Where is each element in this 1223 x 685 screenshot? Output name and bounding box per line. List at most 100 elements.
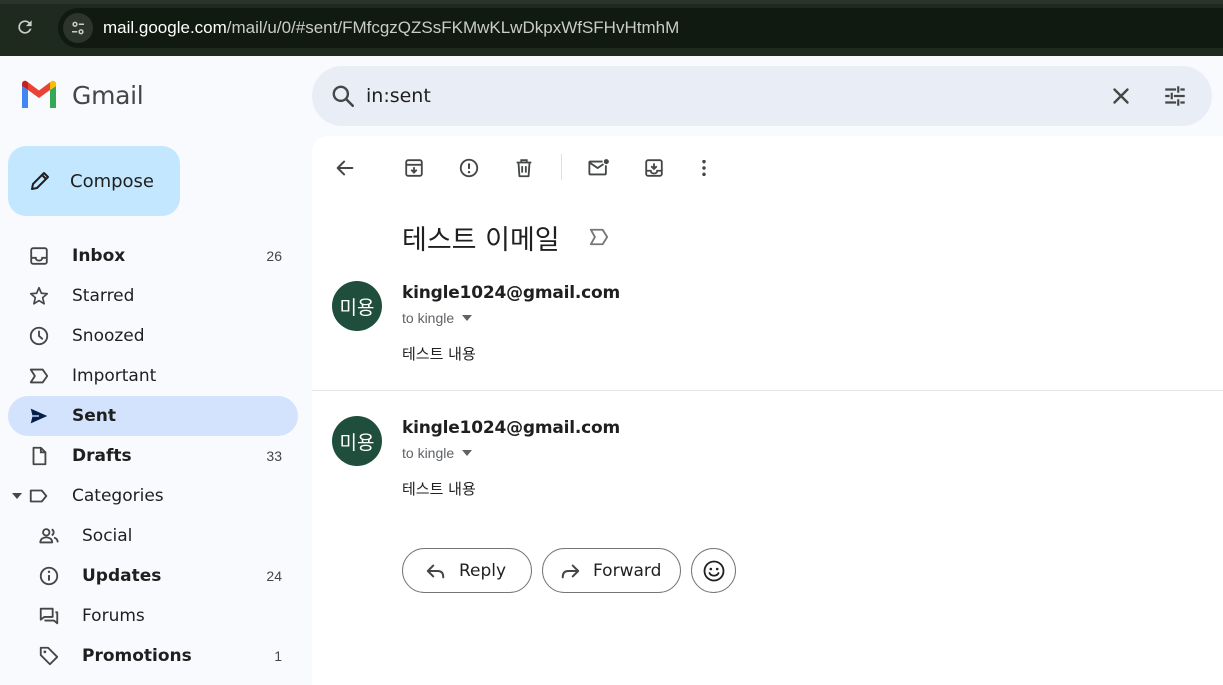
sidebar-item-label: Forums: [82, 606, 145, 626]
sidebar-item-updates[interactable]: Updates 24: [8, 556, 298, 596]
unread-count: 1: [274, 648, 282, 664]
reply-label: Reply: [459, 560, 507, 581]
sidebar-item-categories[interactable]: Categories: [8, 476, 298, 516]
sidebar-item-promotions[interactable]: Promotions 1: [8, 636, 298, 676]
sidebar-nav: Inbox 26 Starred Snoozed Important Sent …: [8, 236, 298, 676]
forward-label: Forward: [593, 560, 662, 581]
url-text: mail.google.com/mail/u/0/#sent/FMfcgzQZS…: [103, 18, 679, 38]
address-bar[interactable]: mail.google.com/mail/u/0/#sent/FMfcgzQZS…: [58, 8, 1223, 48]
tag-icon: [39, 646, 59, 666]
reload-icon: [18, 20, 32, 34]
forum-icon: [39, 607, 59, 625]
forward-icon: [561, 564, 580, 578]
report-spam-button[interactable]: [455, 154, 483, 182]
mark-unread-icon: [588, 157, 611, 176]
url-path: /mail/u/0/#sent/FMfcgzQZSsFKMwKLwDkpxWfS…: [226, 18, 680, 37]
label-icon: [29, 489, 48, 503]
sidebar-item-label: Categories: [72, 486, 164, 506]
sidebar-item-social[interactable]: Social: [8, 516, 298, 556]
move-to-inbox-icon: [645, 159, 663, 177]
sidebar-item-label: Starred: [72, 286, 135, 306]
sidebar-item-snoozed[interactable]: Snoozed: [8, 316, 298, 356]
recipient-label: to kingle: [402, 310, 455, 326]
star-icon: [29, 286, 49, 305]
mark-unread-button[interactable]: [585, 154, 613, 182]
sidebar-item-label: Sent: [72, 406, 117, 426]
tune-icon: [1165, 86, 1185, 106]
search-input[interactable]: [366, 80, 1086, 112]
reload-button[interactable]: [10, 12, 40, 42]
site-info-button[interactable]: [63, 13, 93, 43]
sidebar-item-forums[interactable]: Forums: [8, 596, 298, 636]
unread-count: 33: [266, 448, 282, 464]
unread-count: 26: [266, 248, 282, 264]
recipient-label: to kingle: [402, 445, 455, 461]
unread-count: 24: [266, 568, 282, 584]
search-button[interactable]: [330, 83, 356, 114]
sidebar-item-inbox[interactable]: Inbox 26: [8, 236, 298, 276]
browser-toolbar: mail.google.com/mail/u/0/#sent/FMfcgzQZS…: [0, 0, 1223, 56]
clear-search-button[interactable]: [1108, 83, 1136, 111]
search-icon: [332, 85, 355, 108]
people-icon: [39, 528, 59, 544]
message-body: 테스트 내용: [402, 345, 476, 363]
sidebar-item-label: Updates: [82, 566, 162, 586]
sidebar-item-important[interactable]: Important: [8, 356, 298, 396]
info-icon: [39, 566, 59, 586]
tune-icon: [72, 21, 84, 35]
archive-icon: [405, 159, 423, 177]
clock-icon: [29, 326, 49, 346]
app-name: Gmail: [72, 80, 144, 110]
search-bar: [312, 66, 1212, 126]
archive-button[interactable]: [400, 154, 428, 182]
caret-down-icon[interactable]: [12, 492, 22, 500]
more-options-button[interactable]: [690, 154, 718, 182]
sender-email[interactable]: kingle1024@gmail.com: [402, 283, 620, 303]
move-to-button[interactable]: [640, 154, 668, 182]
label-important-icon: [29, 368, 49, 384]
sidebar-item-label: Promotions: [82, 646, 192, 666]
caret-down-icon: [462, 315, 473, 321]
reply-icon: [426, 564, 445, 578]
draft-icon: [32, 446, 47, 466]
recipient-details[interactable]: to kingle: [402, 445, 473, 461]
sidebar-item-label: Drafts: [72, 446, 132, 466]
url-host: mail.google.com: [103, 18, 227, 37]
emoji-reaction-button[interactable]: [691, 548, 736, 593]
sidebar-item-label: Snoozed: [72, 326, 145, 346]
sidebar-item-label: Important: [72, 366, 157, 386]
gmail-logo[interactable]: Gmail: [20, 80, 144, 110]
trash-icon: [516, 159, 532, 178]
compose-label: Compose: [70, 170, 155, 192]
sidebar-item-starred[interactable]: Starred: [8, 276, 298, 316]
sidebar-item-drafts[interactable]: Drafts 33: [8, 436, 298, 476]
gmail-m-icon: [22, 80, 56, 108]
arrow-back-icon: [336, 160, 354, 176]
reply-button[interactable]: Reply: [402, 548, 532, 593]
thread-subject: 테스트 이메일: [402, 225, 560, 256]
compose-button[interactable]: Compose: [8, 146, 180, 216]
caret-down-icon: [462, 450, 473, 456]
back-button[interactable]: [331, 154, 359, 182]
sidebar-item-sent[interactable]: Sent: [8, 396, 298, 436]
pencil-icon: [31, 172, 49, 190]
forward-button[interactable]: Forward: [542, 548, 681, 593]
recipient-details[interactable]: to kingle: [402, 310, 473, 326]
sidebar-item-label: Inbox: [72, 246, 126, 266]
more-vert-icon: [702, 159, 706, 177]
delete-button[interactable]: [510, 154, 538, 182]
close-icon: [1113, 88, 1129, 104]
send-icon: [30, 408, 48, 424]
avatar[interactable]: 미용: [332, 416, 382, 466]
sidebar-item-label: Social: [82, 526, 133, 546]
search-options-button[interactable]: [1162, 83, 1190, 111]
message-view: 테스트 이메일 미용 kingle1024@gmail.com to kingl…: [312, 136, 1223, 685]
message-divider: [312, 390, 1223, 391]
sender-email[interactable]: kingle1024@gmail.com: [402, 418, 620, 438]
report-icon: [459, 158, 479, 178]
message-body: 테스트 내용: [402, 480, 476, 498]
avatar[interactable]: 미용: [332, 281, 382, 331]
label-important-icon[interactable]: [588, 227, 610, 247]
toolbar-divider: [561, 154, 562, 180]
smiley-icon: [703, 560, 724, 581]
